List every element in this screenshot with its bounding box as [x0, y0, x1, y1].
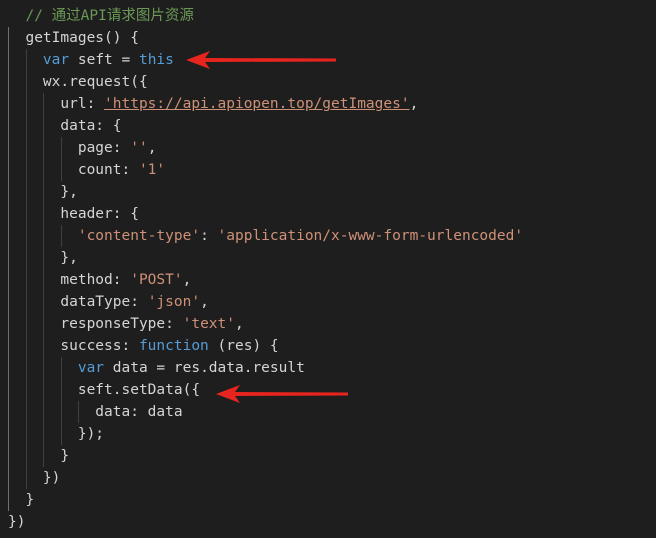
code-token-keyword: function: [138, 338, 209, 354]
code-token-default: seft =: [69, 52, 139, 68]
code-token-keyword: this: [138, 52, 174, 68]
code-token-default: },: [8, 250, 78, 266]
code-token-default: }): [8, 514, 26, 530]
code-token-string: 'POST': [130, 272, 183, 288]
code-line[interactable]: data: data: [8, 401, 183, 423]
code-line[interactable]: var data = res.data.result: [8, 357, 305, 379]
code-token-default: success:: [8, 338, 139, 354]
code-line[interactable]: },: [8, 181, 78, 203]
code-line[interactable]: dataType: 'json',: [8, 291, 209, 313]
arrow-annotation-seft-this: [186, 51, 336, 69]
code-line[interactable]: }): [8, 467, 60, 489]
code-token-default: count:: [8, 162, 139, 178]
code-line[interactable]: url: 'https://api.apiopen.top/getImages'…: [8, 93, 418, 115]
code-line[interactable]: count: '1': [8, 159, 165, 181]
code-line[interactable]: });: [8, 423, 104, 445]
arrow-annotation-setdata: [216, 385, 348, 403]
code-token-keyword: var: [42, 52, 70, 68]
code-token-default: data: data: [8, 404, 183, 420]
code-token-string: 'content-type': [77, 228, 201, 244]
code-line[interactable]: wx.request({: [8, 71, 148, 93]
code-token-default: [8, 52, 43, 68]
code-token-default: getImages() {: [8, 30, 139, 46]
code-line[interactable]: header: {: [8, 203, 139, 225]
code-token-default: (res) {: [208, 338, 279, 354]
code-token-default: page:: [8, 140, 131, 156]
code-token-default: },: [8, 184, 78, 200]
code-token-default: :: [200, 228, 218, 244]
code-token-string: 'text': [182, 316, 235, 332]
code-token-keyword: var: [77, 360, 105, 376]
code-token-default: }: [8, 492, 35, 508]
code-line[interactable]: getImages() {: [8, 27, 139, 49]
code-token-string: 'json': [147, 294, 201, 310]
code-line[interactable]: page: '',: [8, 137, 157, 159]
code-line[interactable]: data: {: [8, 115, 122, 137]
code-editor[interactable]: // 通过API请求图片资源 getImages() { var seft = …: [0, 0, 656, 538]
code-line[interactable]: }: [8, 489, 34, 511]
code-token-default: header: {: [8, 206, 139, 222]
code-token-default: ,: [182, 272, 192, 288]
arrow-head-icon: [216, 385, 348, 403]
code-token-default: ,: [409, 96, 419, 112]
code-line[interactable]: // 通过API请求图片资源: [8, 5, 194, 27]
code-line[interactable]: 'content-type': 'application/x-www-form-…: [8, 225, 523, 247]
code-line[interactable]: }): [8, 511, 25, 533]
code-token-default: [8, 228, 78, 244]
code-token-string: 'https://api.apiopen.top/getImages': [104, 96, 410, 112]
code-line[interactable]: responseType: 'text',: [8, 313, 244, 335]
code-line[interactable]: seft.setData({: [8, 379, 200, 401]
code-token-default: data: {: [8, 118, 122, 134]
code-token-default: url:: [8, 96, 105, 112]
code-token-comment: // 通过API请求图片资源: [8, 8, 194, 24]
code-line[interactable]: var seft = this: [8, 49, 174, 71]
code-token-default: ,: [147, 140, 157, 156]
code-token-string: 'application/x-www-form-urlencoded': [217, 228, 524, 244]
code-token-default: ,: [235, 316, 244, 332]
code-token-default: }): [8, 470, 61, 486]
code-line[interactable]: },: [8, 247, 78, 269]
code-token-default: ,: [200, 294, 209, 310]
code-token-default: });: [8, 426, 105, 442]
code-token-default: responseType:: [8, 316, 183, 332]
code-token-default: [8, 360, 78, 376]
code-token-default: wx.request({: [8, 74, 148, 90]
code-token-default: method:: [8, 272, 131, 288]
code-token-default: data = res.data.result: [104, 360, 305, 376]
code-line[interactable]: method: 'POST',: [8, 269, 191, 291]
arrow-head-icon: [186, 51, 336, 69]
code-token-default: seft.setData({: [8, 382, 201, 398]
code-token-default: dataType:: [8, 294, 148, 310]
code-line[interactable]: success: function (res) {: [8, 335, 279, 357]
code-token-string: '1': [138, 162, 166, 178]
code-token-default: }: [8, 448, 70, 464]
code-token-string: '': [130, 140, 148, 156]
code-line[interactable]: }: [8, 445, 69, 467]
